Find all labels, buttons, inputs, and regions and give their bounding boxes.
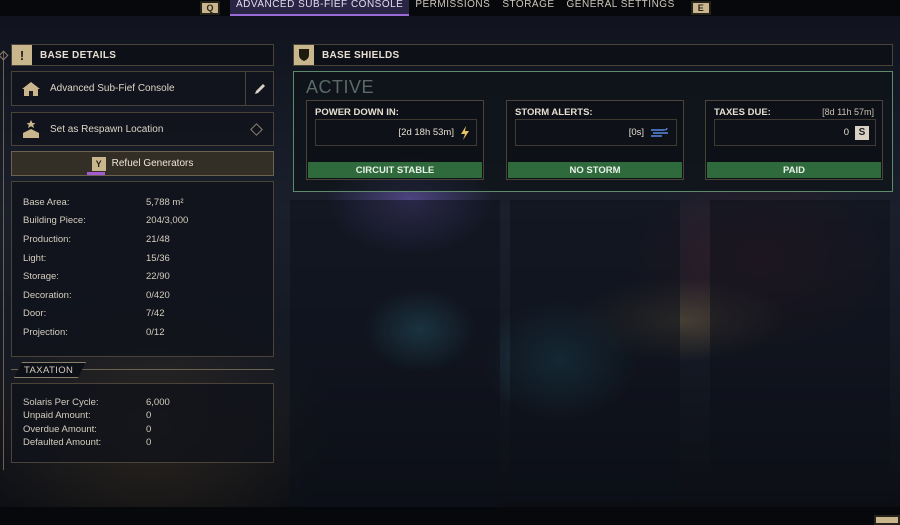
edit-name-button[interactable] <box>245 72 273 105</box>
refuel-underline <box>87 172 105 175</box>
base-shields-header: BASE SHIELDS <box>293 44 893 66</box>
stat-value: 0/420 <box>146 290 170 301</box>
shield-state: ACTIVE <box>306 77 375 97</box>
tax-label: Overdue Amount: <box>23 424 97 435</box>
stat-value: 15/36 <box>146 253 170 264</box>
solari-icon: S <box>855 125 869 140</box>
power-down-card: POWER DOWN IN: [2d 18h 53m] CIRCUIT STAB… <box>306 100 484 180</box>
tax-value: 0 <box>146 437 152 448</box>
stat-value: 21/48 <box>146 234 170 245</box>
stat-value: 7/42 <box>146 308 165 319</box>
tab-permissions[interactable]: PERMISSIONS <box>409 0 496 16</box>
set-respawn-button[interactable]: Set as Respawn Location <box>11 112 274 146</box>
tab-general-settings[interactable]: GENERAL SETTINGS <box>561 0 681 16</box>
tax-label: Solaris Per Cycle: <box>23 397 99 408</box>
base-details-header: ! BASE DETAILS <box>11 44 274 66</box>
house-icon <box>12 72 50 105</box>
storm-alerts-card: STORM ALERTS: [0s] NO STORM <box>506 100 684 180</box>
console-name-label: Advanced Sub-Fief Console <box>50 83 175 94</box>
tax-value: 0 <box>146 410 152 421</box>
taxes-due-card: TAXES DUE: [8d 11h 57m] 0 S PAID <box>705 100 883 180</box>
power-down-title: POWER DOWN IN: <box>315 107 399 118</box>
taxes-due-value: 0 <box>843 127 849 138</box>
bottom-bar <box>0 507 900 525</box>
base-stats-panel: Base Area: 5,788 m² Building Piece: 204/… <box>11 181 274 357</box>
taxes-due-field: 0 S <box>714 119 876 146</box>
wind-icon <box>651 127 668 137</box>
lightning-icon <box>461 125 469 140</box>
stat-label: Building Piece: <box>23 215 86 226</box>
power-down-value: [2d 18h 53m] <box>398 127 454 138</box>
stat-label: Light: <box>23 253 47 264</box>
storm-alerts-field: [0s] <box>515 119 677 146</box>
base-details-title: BASE DETAILS <box>40 49 117 61</box>
tax-value: 0 <box>146 424 152 435</box>
tax-value: 6,000 <box>146 397 170 408</box>
storm-alerts-status: NO STORM <box>508 162 682 178</box>
stat-value: 204/3,000 <box>146 215 189 226</box>
tab-storage[interactable]: STORAGE <box>496 0 560 16</box>
tab-advanced-sub-fief-console[interactable]: ADVANCED SUB-FIEF CONSOLE <box>230 0 410 16</box>
stat-value: 5,788 m² <box>146 197 184 208</box>
stat-label: Decoration: <box>23 290 72 301</box>
set-respawn-label: Set as Respawn Location <box>50 123 164 135</box>
power-down-field: [2d 18h 53m] <box>315 119 477 146</box>
next-tab-key[interactable]: E <box>690 1 711 15</box>
pencil-icon <box>254 83 265 94</box>
power-down-status: CIRCUIT STABLE <box>308 162 482 178</box>
diamond-icon <box>250 123 263 136</box>
taxation-panel: Solaris Per Cycle: 6,000 Unpaid Amount: … <box>11 383 274 463</box>
console-name-row: Advanced Sub-Fief Console <box>11 71 274 106</box>
taxes-due-title: TAXES DUE: <box>714 107 771 118</box>
shield-icon <box>294 45 314 65</box>
left-divider <box>3 52 4 470</box>
tab-bar: Q ADVANCED SUB-FIEF CONSOLE PERMISSIONS … <box>200 0 711 16</box>
tax-label: Defaulted Amount: <box>23 437 102 448</box>
stat-label: Storage: <box>23 271 59 282</box>
stat-label: Door: <box>23 308 47 319</box>
corner-key-icon[interactable] <box>874 515 900 525</box>
refuel-generators-label: Refuel Generators <box>111 158 194 169</box>
refuel-generators-button[interactable]: Y Refuel Generators <box>11 151 274 176</box>
stat-label: Base Area: <box>23 197 70 208</box>
alert-icon: ! <box>12 45 32 65</box>
base-shields-panel: ACTIVE POWER DOWN IN: [2d 18h 53m] CIRCU… <box>293 71 893 192</box>
stat-value: 22/90 <box>146 271 170 282</box>
storm-alerts-value: [0s] <box>628 127 644 138</box>
respawn-icon <box>12 113 50 145</box>
base-shields-title: BASE SHIELDS <box>322 49 400 61</box>
taxation-title: TAXATION <box>24 365 74 376</box>
taxes-due-status: PAID <box>707 162 881 178</box>
taxes-due-timer: [8d 11h 57m] <box>822 107 874 117</box>
storm-alerts-title: STORM ALERTS: <box>515 107 593 118</box>
stat-label: Production: <box>23 234 72 245</box>
stat-label: Projection: <box>23 327 68 338</box>
prev-tab-key[interactable]: Q <box>200 1 220 15</box>
stat-value: 0/12 <box>146 327 165 338</box>
tax-label: Unpaid Amount: <box>23 410 91 421</box>
fuel-icon: Y <box>91 156 106 171</box>
